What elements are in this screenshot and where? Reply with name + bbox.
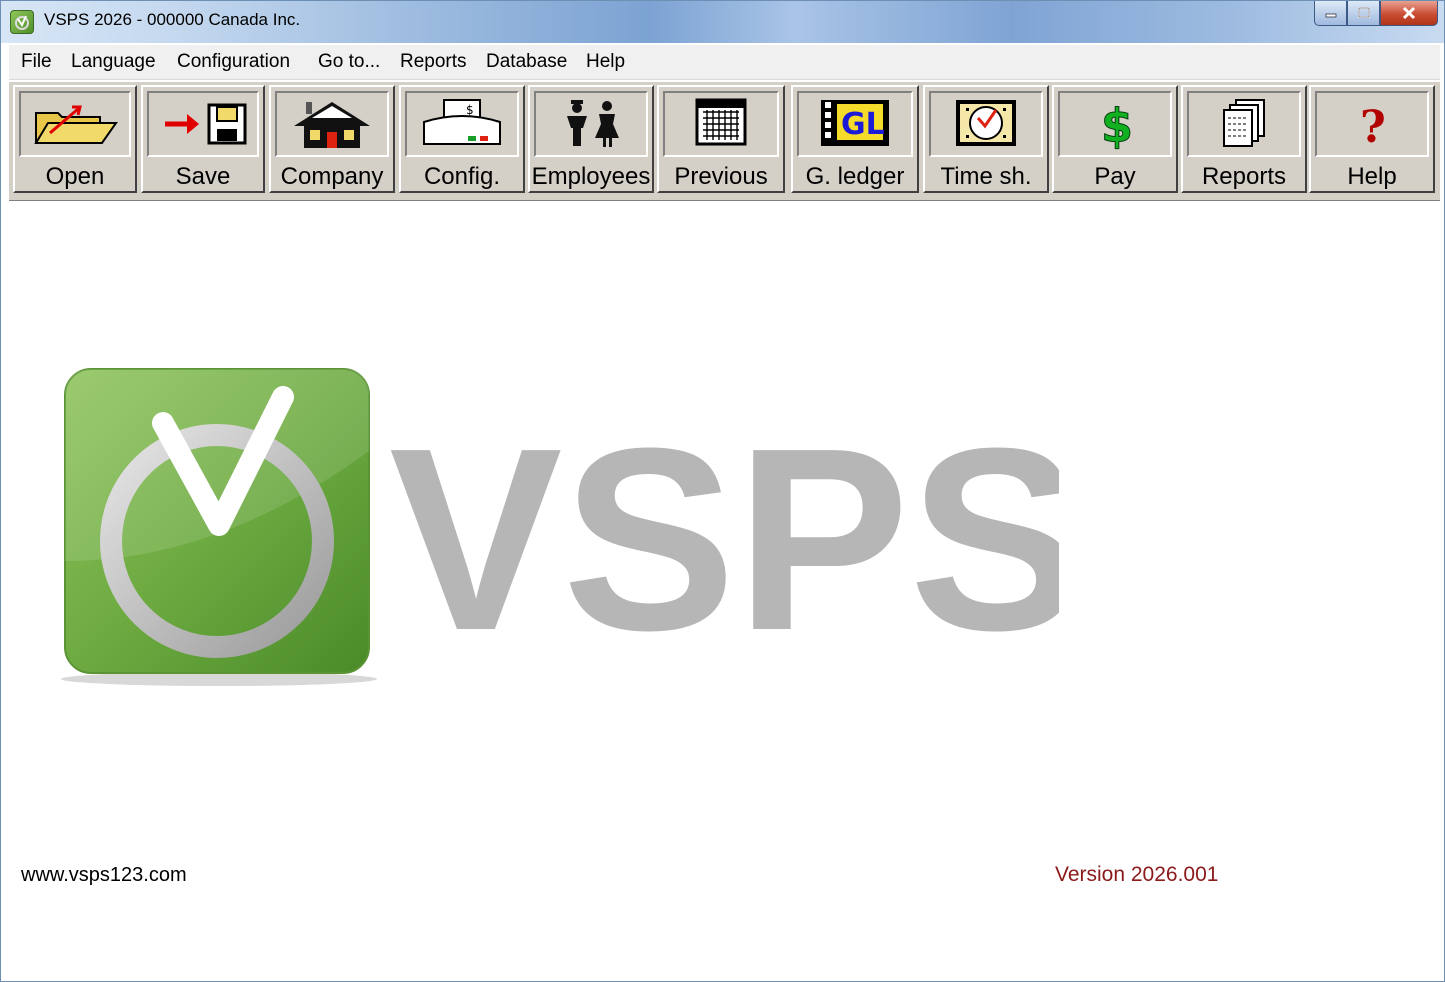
logo-text: VSPS [389, 395, 1059, 685]
toolbar-label: Pay [1094, 163, 1136, 190]
toolbar: Open Save Company $ Config. Employees Pr… [9, 81, 1440, 202]
toolbar-label: Time sh. [940, 163, 1032, 190]
main-content: VSPS www.vsps123.com Version 2026.001 [9, 201, 1440, 981]
menu-help[interactable]: Help [586, 51, 625, 73]
website-link[interactable]: www.vsps123.com [21, 864, 187, 887]
close-button[interactable] [1380, 1, 1438, 26]
version-label: Version 2026.001 [1055, 863, 1219, 886]
minimize-icon [1325, 13, 1336, 18]
reports-button[interactable]: Reports [1181, 85, 1307, 193]
timesheet-clock-icon [929, 91, 1043, 157]
printer-config-icon: $ [405, 91, 519, 157]
toolbar-label: Save [175, 163, 231, 190]
menu-file[interactable]: File [21, 51, 52, 73]
menu-reports[interactable]: Reports [400, 51, 467, 73]
company-house-icon [275, 91, 389, 157]
app-window: VSPS 2026 - 000000 Canada Inc. File Lang… [0, 0, 1445, 982]
toolbar-label: Config. [423, 163, 501, 190]
svg-text:$: $ [466, 103, 474, 117]
menu-bar: File Language Configuration Go to... Rep… [9, 45, 1440, 80]
app-logo-icon[interactable] [10, 10, 34, 34]
general-ledger-button[interactable]: GL G. ledger [791, 85, 919, 193]
menu-database[interactable]: Database [486, 51, 567, 73]
save-button[interactable]: Save [141, 85, 265, 193]
maximize-icon [1357, 7, 1370, 18]
toolbar-label: G. ledger [805, 163, 905, 190]
employees-button[interactable]: Employees [528, 85, 654, 193]
help-button[interactable]: ? Help [1309, 85, 1435, 193]
toolbar-label: Company [280, 163, 384, 190]
help-question-icon: ? [1315, 91, 1429, 157]
pay-button[interactable]: $ Pay [1052, 85, 1178, 193]
window-title: VSPS 2026 - 000000 Canada Inc. [44, 10, 301, 29]
toolbar-label: Open [45, 163, 105, 190]
svg-text:GL: GL [841, 107, 885, 142]
save-disk-icon [147, 91, 259, 157]
config-button[interactable]: $ Config. [399, 85, 525, 193]
close-icon [1402, 6, 1416, 20]
calendar-icon [663, 91, 779, 157]
title-bar[interactable]: VSPS 2026 - 000000 Canada Inc. [1, 1, 1444, 43]
minimize-button[interactable] [1314, 1, 1347, 26]
maximize-button[interactable] [1347, 1, 1380, 26]
menu-configuration[interactable]: Configuration [177, 51, 290, 73]
vsps-logo: VSPS [59, 361, 1083, 711]
employees-people-icon [534, 91, 648, 157]
open-button[interactable]: Open [13, 85, 137, 193]
timesheet-button[interactable]: Time sh. [923, 85, 1049, 193]
window-controls [1314, 1, 1438, 29]
toolbar-label: Previous [674, 163, 768, 190]
general-ledger-icon: GL [797, 91, 913, 157]
company-button[interactable]: Company [269, 85, 395, 193]
dollar-sign-icon: $ [1058, 91, 1172, 157]
menu-language[interactable]: Language [71, 51, 156, 73]
toolbar-label: Reports [1201, 163, 1287, 190]
toolbar-label: Help [1347, 163, 1397, 190]
open-folder-icon [19, 91, 131, 157]
toolbar-label: Employees [531, 163, 651, 190]
svg-text:$: $ [1101, 99, 1133, 152]
menu-go-to[interactable]: Go to... [318, 51, 380, 73]
svg-text:?: ? [1360, 102, 1386, 152]
previous-button[interactable]: Previous [657, 85, 785, 193]
reports-documents-icon [1187, 91, 1301, 157]
